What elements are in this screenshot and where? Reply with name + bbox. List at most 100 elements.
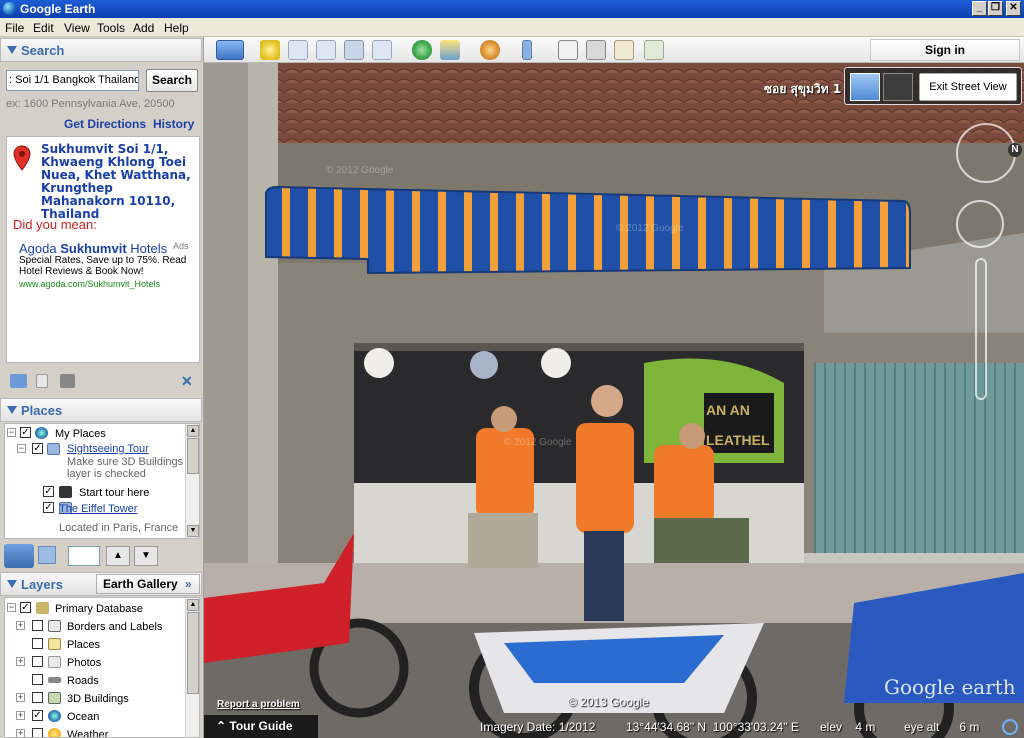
layers-panel-header[interactable]: Layers Earth Gallery » [0, 572, 202, 596]
layer-3d-buildings[interactable]: 3D Buildings [67, 693, 129, 705]
places-panel-header[interactable]: Places [0, 398, 202, 422]
tree-item-sightseeing-tour[interactable]: Sightseeing Tour [67, 443, 149, 455]
ad-title[interactable]: Agoda Sukhumvit Hotels [19, 241, 167, 256]
checkbox[interactable]: ✓ [32, 710, 43, 721]
navigation-compass-icon[interactable] [956, 123, 1016, 183]
maximize-button[interactable]: ❐ [988, 1, 1003, 16]
sign-in-button[interactable]: Sign in [870, 39, 1020, 61]
menu-tools[interactable]: Tools [97, 21, 125, 35]
search-button[interactable]: Search [146, 69, 198, 92]
panel-view-icon[interactable] [38, 546, 56, 564]
move-down-icon[interactable]: ▼ [134, 546, 158, 566]
search-places-icon[interactable] [4, 544, 34, 568]
scroll-thumb[interactable] [187, 612, 199, 694]
scroll-thumb[interactable] [187, 438, 199, 474]
expander[interactable]: − [17, 444, 26, 453]
expander[interactable]: − [7, 603, 16, 612]
layer-photos[interactable]: Photos [67, 657, 101, 669]
copy-icon[interactable] [36, 374, 48, 388]
exit-street-view-button[interactable]: Exit Street View [919, 73, 1017, 101]
expander[interactable]: + [16, 729, 25, 737]
print-icon[interactable] [60, 374, 75, 388]
checkbox[interactable] [32, 692, 43, 703]
checkbox[interactable] [32, 656, 43, 667]
expander[interactable]: + [16, 621, 25, 630]
print-icon[interactable] [586, 40, 606, 60]
move-up-icon[interactable]: ▲ [106, 546, 130, 566]
polygon-icon[interactable] [288, 40, 308, 60]
look-joystick-icon[interactable] [956, 200, 1004, 248]
google-maps-icon[interactable] [614, 40, 634, 60]
tree-item-eiffel-tower[interactable]: The Eiffel Tower [59, 503, 137, 515]
layer-roads[interactable]: Roads [67, 675, 99, 687]
places-filter-input[interactable] [68, 546, 100, 566]
expander[interactable]: + [16, 693, 25, 702]
collapse-triangle-icon [7, 580, 17, 588]
expander[interactable]: − [7, 428, 16, 437]
scroll-up-arrow-icon[interactable]: ▲ [187, 425, 199, 437]
layer-borders-labels[interactable]: Borders and Labels [67, 621, 162, 633]
report-problem-link[interactable]: Report a problem [217, 699, 300, 710]
expander[interactable]: + [16, 657, 25, 666]
layer-places[interactable]: Places [67, 639, 100, 651]
sunlight-icon[interactable] [440, 40, 460, 60]
google-earth-logo: Google earth [884, 675, 1016, 699]
menu-file[interactable]: File [5, 21, 24, 35]
placemark-icon[interactable] [260, 40, 280, 60]
tree-note: Located in Paris, France [59, 522, 179, 534]
checkbox[interactable]: ✓ [43, 486, 54, 497]
sidebar-toggle-icon[interactable] [216, 40, 244, 60]
checkbox[interactable]: ✓ [20, 602, 31, 613]
record-tour-icon[interactable] [372, 40, 392, 60]
building-view-icon[interactable] [883, 73, 913, 101]
checkbox[interactable]: ✓ [43, 502, 54, 513]
earth-gallery-button[interactable]: Earth Gallery » [96, 574, 200, 594]
planets-icon[interactable] [480, 40, 500, 60]
menu-edit[interactable]: Edit [33, 21, 54, 35]
watermark: © 2012 Google [504, 437, 572, 448]
expander[interactable]: + [16, 711, 25, 720]
ruler-icon[interactable] [522, 40, 532, 60]
search-input[interactable]: : Soi 1/1 Bangkok Thailand [6, 70, 139, 91]
ad-url[interactable]: www.agoda.com/Sukhumvit_Hotels [19, 279, 160, 289]
zoom-slider[interactable] [975, 258, 987, 400]
layers-scrollbar[interactable]: ▲ [185, 598, 199, 737]
ground-level-person-icon[interactable] [850, 73, 880, 101]
menu-view[interactable]: View [64, 21, 90, 35]
checkbox[interactable] [32, 674, 43, 685]
historical-imagery-icon[interactable] [412, 40, 432, 60]
tour-guide-button[interactable]: ⌃ Tour Guide [204, 715, 318, 738]
tree-item-my-places[interactable]: My Places [55, 428, 106, 440]
layer-ocean[interactable]: Ocean [67, 711, 99, 723]
close-button[interactable]: ✕ [1006, 1, 1021, 16]
image-overlay-icon[interactable] [344, 40, 364, 60]
scroll-up-arrow-icon[interactable]: ▲ [187, 599, 199, 611]
map-pin-icon[interactable] [13, 145, 31, 171]
save-image-icon[interactable] [644, 40, 664, 60]
checkbox[interactable] [32, 728, 43, 737]
checkbox[interactable]: ✓ [20, 427, 31, 438]
clear-search-icon[interactable]: ✕ [181, 373, 193, 390]
street-view[interactable]: AN AN LEATHEL ซอย สุขุมวิท 1 Exit Street… [204, 63, 1024, 738]
folder-icon[interactable] [10, 374, 27, 388]
checkbox[interactable] [32, 620, 43, 631]
history-link[interactable]: History [153, 117, 194, 131]
path-icon[interactable] [316, 40, 336, 60]
menu-add[interactable]: Add [133, 21, 154, 35]
places-scrollbar[interactable]: ▲ ▼ [185, 424, 199, 538]
collapse-triangle-icon [7, 46, 17, 54]
menu-help[interactable]: Help [164, 21, 189, 35]
checkbox[interactable] [32, 638, 43, 649]
window-title: Google Earth [20, 2, 96, 16]
layer-weather[interactable]: Weather [67, 729, 108, 737]
result-address[interactable]: Sukhumvit Soi 1/1, Khwaeng Khlong Toei N… [41, 143, 199, 221]
checkbox[interactable]: ✓ [32, 443, 43, 454]
get-directions-link[interactable]: Get Directions [64, 117, 146, 131]
watermark: © 2012 Google [616, 223, 684, 234]
search-panel-header[interactable]: Search [0, 38, 202, 62]
tree-item-start-tour[interactable]: Start tour here [79, 487, 149, 499]
minimize-button[interactable]: _ [972, 1, 987, 16]
email-icon[interactable] [558, 40, 578, 60]
scroll-down-arrow-icon[interactable]: ▼ [187, 525, 199, 537]
layer-primary-database[interactable]: Primary Database [55, 603, 143, 615]
